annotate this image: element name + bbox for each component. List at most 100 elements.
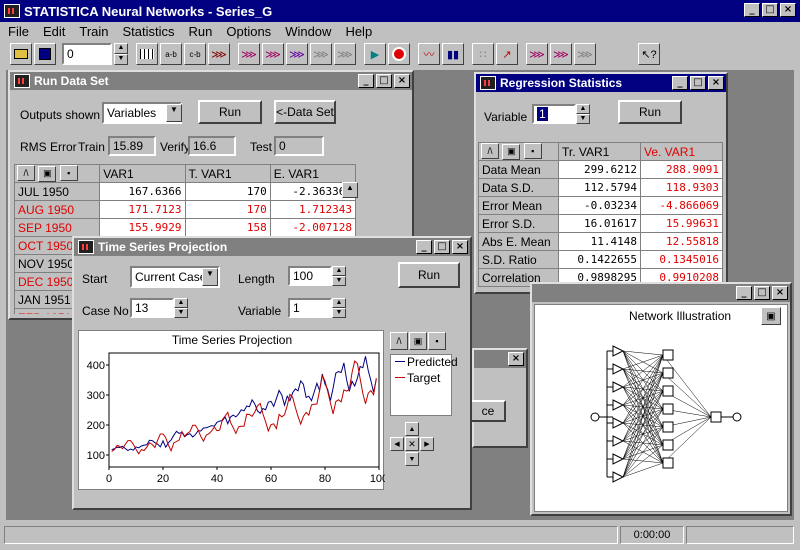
length-input[interactable]: 100 xyxy=(288,266,332,286)
variable-input[interactable]: 1 xyxy=(532,104,576,124)
network-icon[interactable]: ⋙ xyxy=(208,43,230,65)
maximize-button[interactable]: □ xyxy=(762,3,778,17)
close-button[interactable]: × xyxy=(452,240,468,254)
stat-train-value[interactable]: 299.6212 xyxy=(558,160,641,179)
bar-graph-icon[interactable]: ▮▮ xyxy=(442,43,464,65)
open-file-icon[interactable] xyxy=(10,43,32,65)
table-row[interactable]: AUG 1950 171.7123 170 1.712343 xyxy=(14,200,357,219)
column-header-t-var1[interactable]: T. VAR1 xyxy=(184,164,271,183)
table-cell[interactable]: -2.007128 xyxy=(269,218,357,237)
network-c-icon[interactable]: ⋙ xyxy=(286,43,308,65)
row-header[interactable]: SEP 1950 xyxy=(14,218,101,237)
network-h-icon[interactable]: ⋙ xyxy=(574,43,596,65)
reset-view-icon[interactable]: ✕ xyxy=(405,437,419,451)
menu-help[interactable]: Help xyxy=(345,24,372,39)
network-a-icon[interactable]: ⋙ xyxy=(238,43,260,65)
close-button[interactable]: × xyxy=(394,74,410,88)
line-graph-icon[interactable]: 〰 xyxy=(418,43,440,65)
graph-icon[interactable]: /\ xyxy=(17,165,35,182)
trend-icon[interactable]: ↗ xyxy=(496,43,518,65)
copy-icon[interactable]: ▣ xyxy=(409,332,427,350)
graph-icon[interactable]: /\ xyxy=(390,332,408,350)
stat-verify-value[interactable]: -4.866069 xyxy=(640,196,723,215)
chevron-down-icon[interactable]: ▼ xyxy=(202,268,218,286)
network-b-icon[interactable]: ⋙ xyxy=(262,43,284,65)
help-pointer-icon[interactable]: ↖? xyxy=(638,43,660,65)
variable-input[interactable]: 1 xyxy=(288,298,332,318)
close-button[interactable]: × xyxy=(772,286,788,300)
row-header[interactable]: AUG 1950 xyxy=(14,200,101,219)
table-cell[interactable]: 155.9929 xyxy=(99,218,186,237)
menu-statistics[interactable]: Statistics xyxy=(123,24,175,39)
maximize-button[interactable]: □ xyxy=(754,286,770,300)
stat-verify-value[interactable]: 288.9091 xyxy=(640,160,723,179)
close-button[interactable]: × xyxy=(780,3,796,17)
stat-verify-value[interactable]: 15.99631 xyxy=(640,214,723,233)
save-icon[interactable]: ▪ xyxy=(523,143,542,160)
matrix2-icon[interactable]: c-b xyxy=(184,43,206,65)
column-header-train[interactable]: Tr. VAR1 xyxy=(558,142,641,161)
network-g-icon[interactable]: ⋙ xyxy=(550,43,572,65)
maximize-button[interactable]: □ xyxy=(376,74,392,88)
table-row[interactable]: JUL 1950 167.6366 170 -2.363362 xyxy=(14,182,357,201)
save-icon[interactable]: ▪ xyxy=(428,332,446,350)
stat-train-value[interactable]: 112.5794 xyxy=(558,178,641,197)
train-icon[interactable]: ▶ xyxy=(364,43,386,65)
column-header-verify[interactable]: Ve. VAR1 xyxy=(640,142,723,161)
matrix-icon[interactable]: a-b xyxy=(160,43,182,65)
minimize-button[interactable]: _ xyxy=(672,76,688,90)
stat-verify-value[interactable]: 118.9303 xyxy=(640,178,723,197)
column-header-e-var1[interactable]: E. VAR1 xyxy=(269,164,357,183)
column-header-var1[interactable]: VAR1 xyxy=(99,164,186,183)
table-cell[interactable]: 171.7123 xyxy=(99,200,186,219)
regression-run-button[interactable]: Run xyxy=(618,100,682,124)
maximize-button[interactable]: □ xyxy=(434,240,450,254)
stat-verify-value[interactable]: 12.55818 xyxy=(640,232,723,251)
close-button[interactable]: × xyxy=(708,76,724,90)
scatter-icon[interactable]: ∷ xyxy=(472,43,494,65)
chevron-down-icon[interactable]: ▼ xyxy=(166,104,182,122)
minimize-button[interactable]: _ xyxy=(416,240,432,254)
network-f-icon[interactable]: ⋙ xyxy=(526,43,548,65)
run-data-set-titlebar[interactable]: Run Data Set _ □ × xyxy=(10,72,412,90)
maximize-button[interactable]: □ xyxy=(690,76,706,90)
background-window-titlebar[interactable]: × xyxy=(474,350,526,368)
table-cell[interactable]: 158 xyxy=(184,218,271,237)
minimize-button[interactable]: _ xyxy=(736,286,752,300)
stat-train-value[interactable]: -0.03234 xyxy=(558,196,641,215)
menu-file[interactable]: File xyxy=(8,24,29,39)
stat-verify-value[interactable]: 0.1345016 xyxy=(640,250,723,269)
grid-scroll-up-icon[interactable]: ▲ xyxy=(342,182,358,198)
time-series-projection-titlebar[interactable]: Time Series Projection _ □ × xyxy=(74,238,470,256)
network-d-icon[interactable]: ⋙ xyxy=(310,43,332,65)
copy-icon[interactable]: ▣ xyxy=(761,307,781,325)
table-cell[interactable]: 167.6366 xyxy=(99,182,186,201)
table-cell[interactable]: 170 xyxy=(184,200,271,219)
table-row[interactable]: SEP 1950 155.9929 158 -2.007128 xyxy=(14,218,357,237)
partial-button[interactable]: ce xyxy=(470,400,506,422)
network-illustration-titlebar[interactable]: _ □ × xyxy=(532,284,790,302)
menu-options[interactable]: Options xyxy=(226,24,271,39)
run-button[interactable]: Run xyxy=(198,100,262,124)
pan-up-icon[interactable]: ▲ xyxy=(405,422,419,436)
menu-run[interactable]: Run xyxy=(189,24,213,39)
pan-down-icon[interactable]: ▼ xyxy=(405,452,419,466)
pan-left-icon[interactable]: ◀ xyxy=(390,437,404,451)
length-spinner[interactable]: ▲ ▼ xyxy=(332,266,346,286)
table-cell[interactable]: 170 xyxy=(184,182,271,201)
menu-train[interactable]: Train xyxy=(79,24,108,39)
graph-icon[interactable]: /\ xyxy=(481,143,499,160)
pan-right-icon[interactable]: ▶ xyxy=(420,437,434,451)
network-e-icon[interactable]: ⋙ xyxy=(334,43,356,65)
copy-icon[interactable]: ▣ xyxy=(38,165,57,182)
stat-train-value[interactable]: 16.01617 xyxy=(558,214,641,233)
regression-statistics-titlebar[interactable]: Regression Statistics _ □ × xyxy=(476,74,726,92)
stat-train-value[interactable]: 11.4148 xyxy=(558,232,641,251)
menu-window[interactable]: Window xyxy=(285,24,331,39)
copy-icon[interactable]: ▣ xyxy=(502,143,521,160)
table-cell[interactable]: 1.712343 xyxy=(269,200,357,219)
stat-train-value[interactable]: 0.1422655 xyxy=(558,250,641,269)
close-button[interactable]: × xyxy=(508,352,524,366)
save-icon[interactable]: ▪ xyxy=(59,165,78,182)
projection-run-button[interactable]: Run xyxy=(398,262,460,288)
